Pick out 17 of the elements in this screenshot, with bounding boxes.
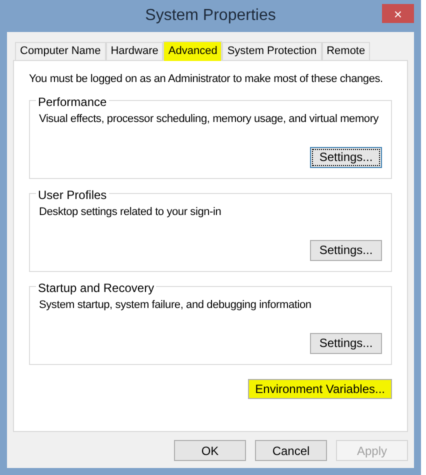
admin-notice: You must be logged on as an Administrator to make most of these changes.: [29, 72, 384, 87]
close-button[interactable]: ×: [382, 4, 414, 23]
dialog-button[interactable]: Cancel: [255, 440, 327, 461]
dialog-button[interactable]: OK: [174, 440, 246, 461]
tab[interactable]: Hardware: [106, 42, 164, 60]
tab[interactable]: Computer Name: [15, 42, 106, 60]
group-description: Desktop settings related to your sign-in: [39, 204, 222, 220]
tab[interactable]: System Protection: [222, 42, 322, 60]
environment-variables-button[interactable]: Environment Variables...: [248, 378, 392, 398]
settings-button[interactable]: Settings...: [310, 332, 382, 354]
tab[interactable]: Remote: [322, 42, 370, 60]
group-description: Visual effects, processor scheduling, memory usage, and virtual memory: [39, 112, 380, 126]
group-description: System startup, system failure, and debugging information: [39, 298, 312, 312]
settings-button[interactable]: Settings...: [310, 146, 382, 168]
tab[interactable]: Advanced: [163, 41, 222, 61]
settings-button[interactable]: Settings...: [310, 240, 382, 260]
window-title: System Properties: [145, 6, 276, 26]
